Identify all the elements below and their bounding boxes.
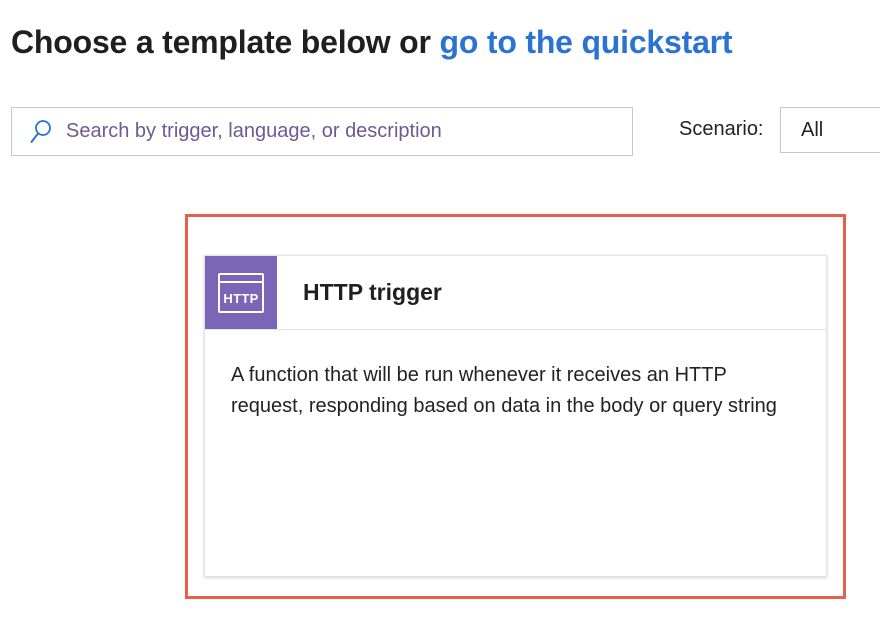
search-icon [30, 119, 52, 145]
http-badge: HTTP [218, 272, 264, 313]
scenario-selected-value: All [801, 118, 824, 141]
http-icon-text: HTTP [223, 290, 259, 306]
scenario-label: Scenario: [679, 118, 764, 140]
search-input[interactable] [66, 120, 632, 143]
quickstart-link[interactable]: go to the quickstart [439, 24, 732, 60]
http-icon: HTTP [205, 256, 277, 329]
page-title-text: Choose a template below or [11, 24, 431, 60]
template-card-header: HTTP HTTP trigger [205, 256, 826, 330]
template-description: A function that will be run whenever it … [231, 364, 777, 417]
page-title: Choose a template below or go to the qui… [11, 24, 733, 61]
search-box[interactable] [11, 107, 633, 156]
template-card-http-trigger[interactable]: HTTP HTTP trigger A function that will b… [204, 255, 827, 577]
template-title: HTTP trigger [303, 279, 442, 305]
scenario-select[interactable]: All [780, 107, 880, 153]
